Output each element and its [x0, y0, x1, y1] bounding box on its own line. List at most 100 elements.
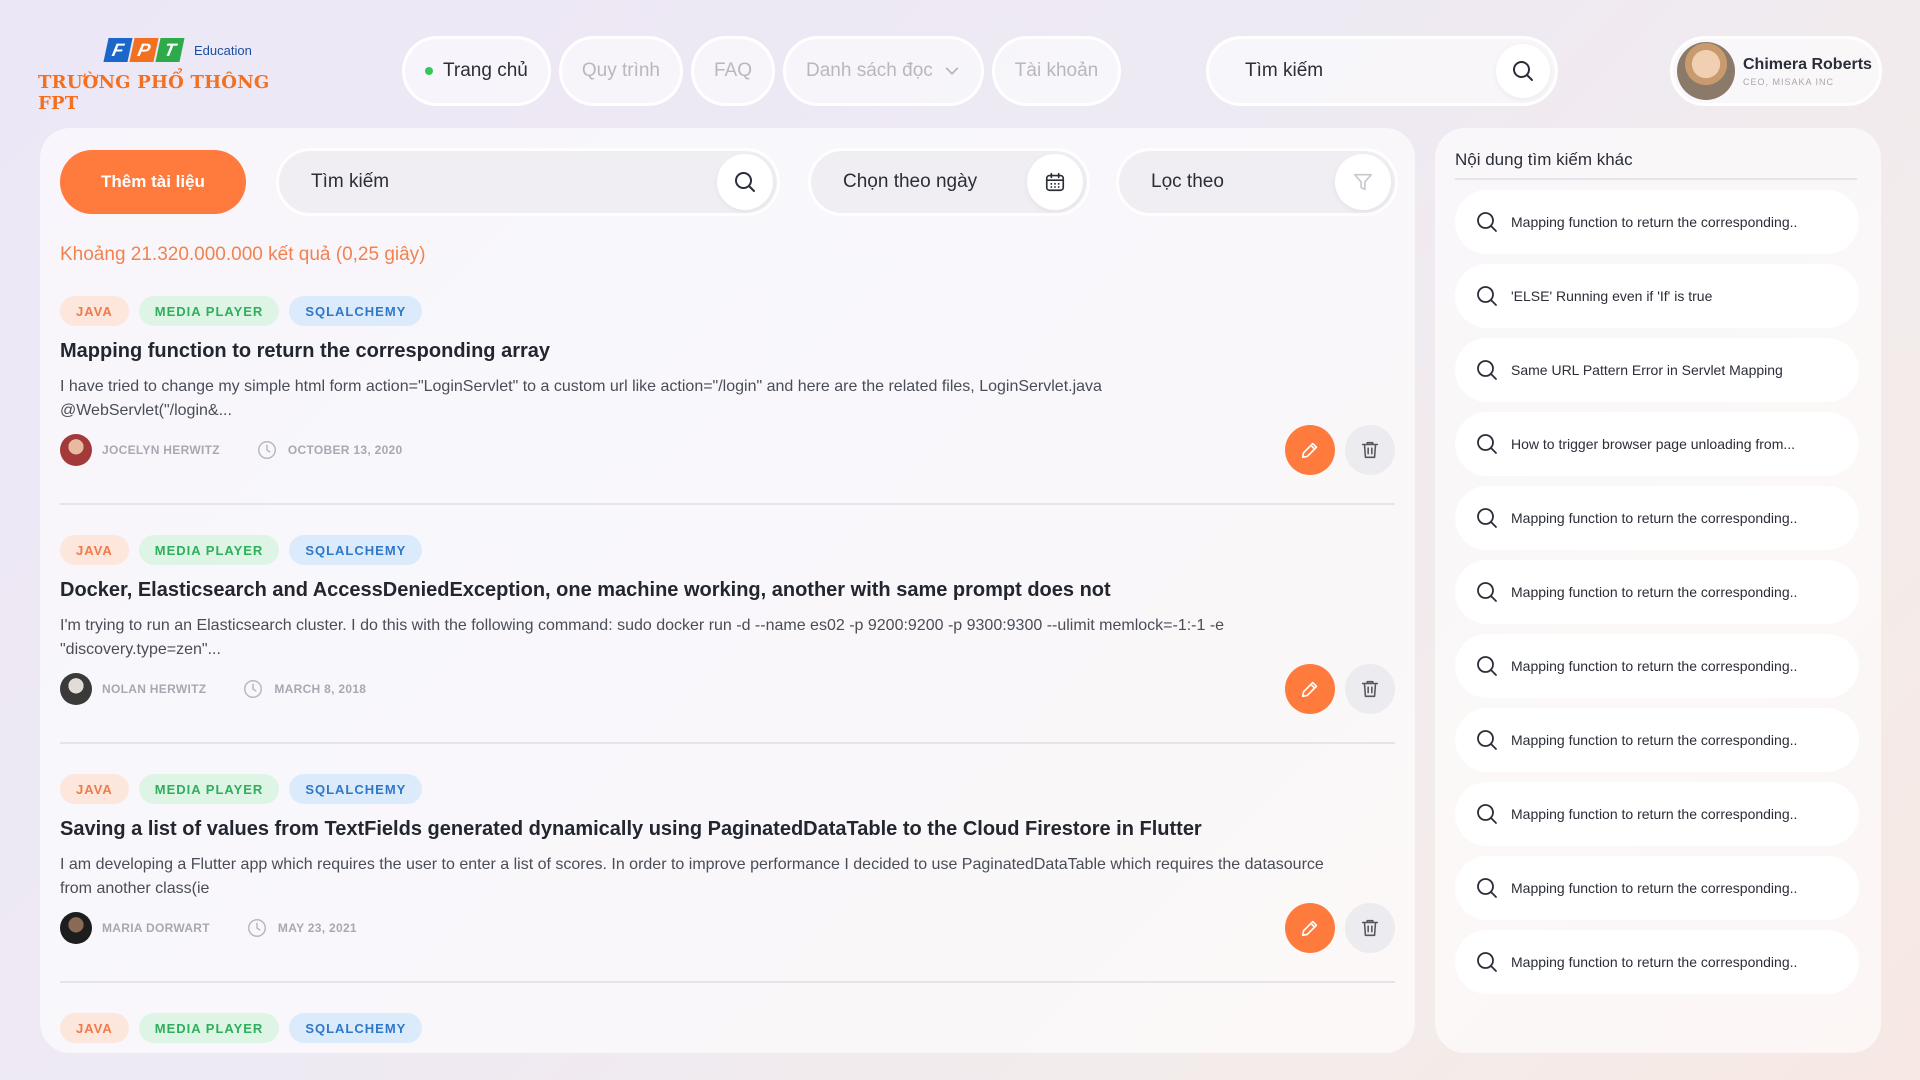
tag-java[interactable]: JAVA: [60, 296, 129, 326]
search-icon: [1475, 210, 1499, 234]
related-search-item[interactable]: Mapping function to return the correspon…: [1455, 930, 1859, 994]
search-icon: [1475, 580, 1499, 604]
logo-letter-p: P: [129, 38, 159, 62]
result-title[interactable]: Mapping function to return the correspon…: [60, 340, 1395, 363]
related-search-item[interactable]: How to trigger browser page unloading fr…: [1455, 412, 1859, 476]
document-search-input[interactable]: Tìm kiếm: [276, 148, 780, 216]
author-name[interactable]: MARIA DORWART: [102, 921, 210, 935]
nav-item-faq[interactable]: FAQ: [691, 36, 776, 106]
related-search-label: Mapping function to return the correspon…: [1511, 214, 1798, 230]
delete-button[interactable]: [1345, 903, 1395, 953]
logo-mark: F P T Education: [103, 38, 298, 62]
chevron-down-icon: [945, 67, 959, 75]
tag-java[interactable]: JAVA: [60, 535, 129, 565]
divider: [1455, 178, 1857, 180]
top-search-input[interactable]: Tìm kiếm: [1206, 36, 1558, 106]
related-search-label: Mapping function to return the correspon…: [1511, 806, 1798, 822]
result-description-line: I have tried to change my simple html fo…: [60, 378, 1102, 395]
logo-letter-f: F: [103, 38, 133, 62]
related-search-item[interactable]: Mapping function to return the correspon…: [1455, 708, 1859, 772]
trash-icon: [1361, 919, 1379, 937]
search-icon: [1475, 802, 1499, 826]
result-count: Khoảng 21.320.000.000 kết quả (0,25 giây…: [60, 244, 426, 265]
post-date: OCTOBER 13, 2020: [287, 443, 403, 457]
nav-item-process[interactable]: Quy trình: [558, 36, 683, 106]
post-date: MAY 23, 2021: [277, 921, 357, 935]
edit-button[interactable]: [1285, 903, 1335, 953]
avatar: [60, 434, 92, 466]
related-search-item[interactable]: Mapping function to return the correspon…: [1455, 634, 1859, 698]
fpt-logo[interactable]: F P T Education TRƯỜNG PHỔ THÔNG FPT: [38, 38, 298, 114]
top-search-button[interactable]: [1496, 44, 1550, 98]
user-profile[interactable]: Chimera Roberts CEO, MISAKA INC: [1670, 36, 1882, 106]
result-item: JAVA MEDIA PLAYER SQLALCHEMY Docker, Ela…: [60, 535, 1395, 774]
related-search-label: Mapping function to return the correspon…: [1511, 880, 1798, 896]
related-search-label: Mapping function to return the correspon…: [1511, 658, 1798, 674]
result-title[interactable]: Docker, Elasticsearch and AccessDeniedEx…: [60, 579, 1395, 602]
search-icon: [1475, 284, 1499, 308]
divider: [60, 742, 1395, 744]
fpt-letters: F P T: [103, 38, 185, 62]
divider: [60, 981, 1395, 983]
result-meta: JOCELYN HERWITZ OCTOBER 13, 2020: [60, 434, 403, 466]
nav-item-account[interactable]: Tài khoản: [991, 36, 1122, 106]
result-description-line: I am developing a Flutter app which requ…: [60, 856, 1324, 873]
result-description: I am developing a Flutter app which requ…: [60, 853, 1395, 901]
date-picker[interactable]: Chọn theo ngày: [808, 148, 1090, 216]
related-search-item[interactable]: Mapping function to return the correspon…: [1455, 782, 1859, 846]
tag-sqlalchemy[interactable]: SQLALCHEMY: [289, 1013, 423, 1043]
delete-button[interactable]: [1345, 664, 1395, 714]
author-name[interactable]: NOLAN HERWITZ: [102, 682, 206, 696]
tag-media-player[interactable]: MEDIA PLAYER: [138, 774, 280, 804]
nav-item-home[interactable]: Trang chủ: [402, 36, 551, 106]
tag-sqlalchemy[interactable]: SQLALCHEMY: [289, 535, 423, 565]
edit-button[interactable]: [1285, 425, 1335, 475]
tag-java[interactable]: JAVA: [60, 774, 129, 804]
related-search-label: Mapping function to return the correspon…: [1511, 732, 1798, 748]
calendar-button[interactable]: [1027, 154, 1083, 210]
clock-icon: [247, 919, 266, 937]
result-description-line: I'm trying to run an Elasticsearch clust…: [60, 617, 1225, 634]
result-description: I have tried to change my simple html fo…: [60, 375, 1395, 423]
nav-item-label: Trang chủ: [443, 60, 528, 81]
delete-button[interactable]: [1345, 425, 1395, 475]
tag-java[interactable]: JAVA: [60, 1013, 129, 1043]
related-search-label: Mapping function to return the correspon…: [1511, 954, 1798, 970]
profile-text: Chimera Roberts CEO, MISAKA INC: [1743, 56, 1872, 87]
filter-select[interactable]: Lọc theo: [1116, 148, 1398, 216]
related-search-item[interactable]: Same URL Pattern Error in Servlet Mappin…: [1455, 338, 1859, 402]
pencil-icon: [1301, 442, 1318, 459]
search-button[interactable]: [717, 154, 773, 210]
tag-sqlalchemy[interactable]: SQLALCHEMY: [289, 774, 423, 804]
nav-item-label: Tài khoản: [1014, 60, 1099, 81]
related-searches-panel: Nội dung tìm kiếm khác Mapping function …: [1435, 128, 1881, 1053]
author-name[interactable]: JOCELYN HERWITZ: [102, 443, 220, 457]
result-description-line: @WebServlet("/login&...: [60, 402, 232, 419]
related-search-item[interactable]: Mapping function to return the correspon…: [1455, 560, 1859, 624]
tag-list: JAVA MEDIA PLAYER SQLALCHEMY: [60, 296, 1395, 326]
related-searches-title: Nội dung tìm kiếm khác: [1455, 150, 1633, 169]
result-description-line: from another class(ie: [60, 880, 210, 897]
result-title[interactable]: Saving a list of values from TextFields …: [60, 818, 1395, 841]
tag-list: JAVA MEDIA PLAYER SQLALCHEMY: [60, 535, 1395, 565]
nav-item-reading-list[interactable]: Danh sách đọc: [783, 36, 984, 106]
result-description-line: "discovery.type=zen"...: [60, 641, 221, 658]
clock-icon: [244, 680, 263, 698]
related-search-item[interactable]: Mapping function to return the correspon…: [1455, 190, 1859, 254]
filter-button[interactable]: [1335, 154, 1391, 210]
related-search-item[interactable]: Mapping function to return the correspon…: [1455, 856, 1859, 920]
related-search-item[interactable]: 'ELSE' Running even if 'If' is true: [1455, 264, 1859, 328]
related-search-item[interactable]: Mapping function to return the correspon…: [1455, 486, 1859, 550]
tag-media-player[interactable]: MEDIA PLAYER: [138, 1013, 280, 1043]
active-dot-icon: [425, 67, 433, 75]
main-nav: Trang chủ Quy trình FAQ Danh sách đọc Tà…: [402, 36, 1122, 106]
pencil-icon: [1301, 681, 1318, 698]
add-document-button[interactable]: Thêm tài liệu: [60, 150, 246, 214]
edit-button[interactable]: [1285, 664, 1335, 714]
related-search-label: 'ELSE' Running even if 'If' is true: [1511, 288, 1713, 304]
tag-media-player[interactable]: MEDIA PLAYER: [138, 535, 280, 565]
clock-icon: [257, 441, 276, 459]
result-item: JAVA MEDIA PLAYER SQLALCHEMY Mapping fun…: [60, 296, 1395, 535]
tag-media-player[interactable]: MEDIA PLAYER: [138, 296, 280, 326]
tag-sqlalchemy[interactable]: SQLALCHEMY: [289, 296, 423, 326]
